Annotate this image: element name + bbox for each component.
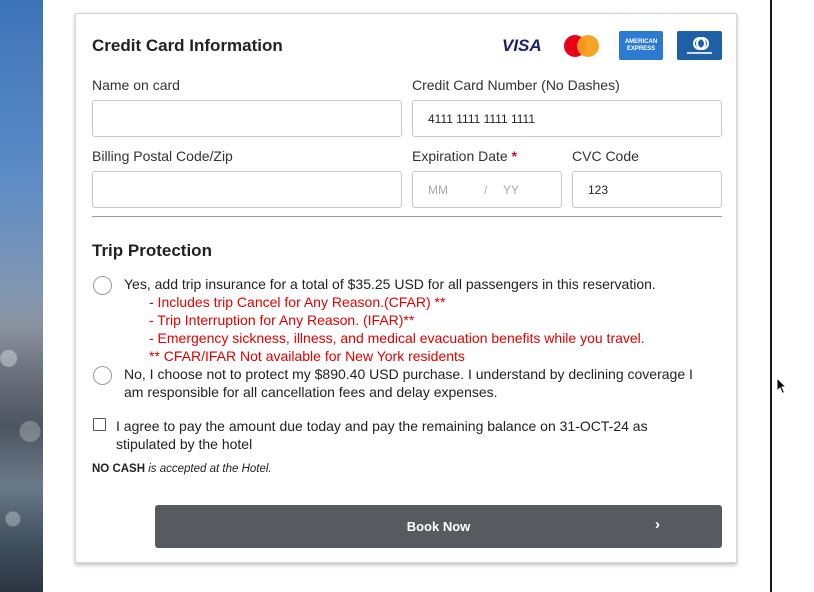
background-photo xyxy=(0,0,43,592)
expiration-year-placeholder: YY xyxy=(503,183,520,197)
insurance-no-label-line2: am responsible for all cancellation fees… xyxy=(124,384,498,400)
mastercard-logo-icon xyxy=(564,35,600,59)
insurance-no-radio[interactable] xyxy=(93,366,112,385)
expiration-date-label-text: Expiration Date xyxy=(412,148,508,164)
expiration-date-input[interactable]: MM / YY xyxy=(412,171,562,208)
payment-card: Credit Card Information VISA AMERICAN EX… xyxy=(75,13,737,563)
postal-code-label: Billing Postal Code/Zip xyxy=(92,148,233,164)
postal-code-input[interactable] xyxy=(92,171,402,208)
benefit-ny-note: ** CFAR/IFAR Not available for New York … xyxy=(149,348,465,364)
name-on-card-label: Name on card xyxy=(92,77,180,93)
trip-protection-title: Trip Protection xyxy=(92,241,212,260)
amex-logo-icon: AMERICAN EXPRESS xyxy=(619,31,663,60)
name-on-card-input[interactable] xyxy=(92,100,402,137)
insurance-yes-label: Yes, add trip insurance for a total of $… xyxy=(124,276,656,292)
card-number-input[interactable]: 4111 1111 1111 1111 xyxy=(412,100,722,137)
cvc-code-label: CVC Code xyxy=(572,148,639,164)
page-edge-divider xyxy=(770,0,772,592)
visa-logo-icon: VISA xyxy=(502,36,542,55)
benefit-medical: - Emergency sickness, illness, and medic… xyxy=(149,330,645,346)
required-asterisk: * xyxy=(511,148,518,164)
expiration-date-label: Expiration Date * xyxy=(412,148,517,164)
credit-card-title: Credit Card Information xyxy=(92,36,283,55)
no-cash-detail: is accepted at the Hotel. xyxy=(148,463,272,475)
expiration-month-placeholder: MM xyxy=(428,183,448,197)
mouse-cursor-icon xyxy=(776,377,788,395)
section-divider xyxy=(92,216,722,217)
cvc-code-input[interactable]: 123 xyxy=(572,171,722,208)
book-now-label: Book Now xyxy=(406,519,471,534)
benefit-ifar: - Trip Interruption for Any Reason. (IFA… xyxy=(149,312,415,328)
no-cash-text: NO CASH xyxy=(92,463,146,475)
benefit-cfar: - Includes trip Cancel for Any Reason.(C… xyxy=(149,294,446,310)
expiration-separator: / xyxy=(484,183,488,197)
insurance-yes-radio[interactable] xyxy=(93,276,112,295)
chevron-right-icon: › xyxy=(655,516,660,533)
card-number-label: Credit Card Number (No Dashes) xyxy=(412,77,620,93)
insurance-no-label-line1: No, I choose not to protect my $890.40 U… xyxy=(124,366,693,382)
payment-note: NO CASH is accepted at the Hotel. xyxy=(92,463,272,475)
diners-club-logo-icon xyxy=(677,31,722,60)
agree-checkbox[interactable] xyxy=(93,418,106,431)
agree-label: I agree to pay the amount due today and … xyxy=(116,418,648,452)
book-now-button[interactable]: Book Now › xyxy=(155,505,722,548)
